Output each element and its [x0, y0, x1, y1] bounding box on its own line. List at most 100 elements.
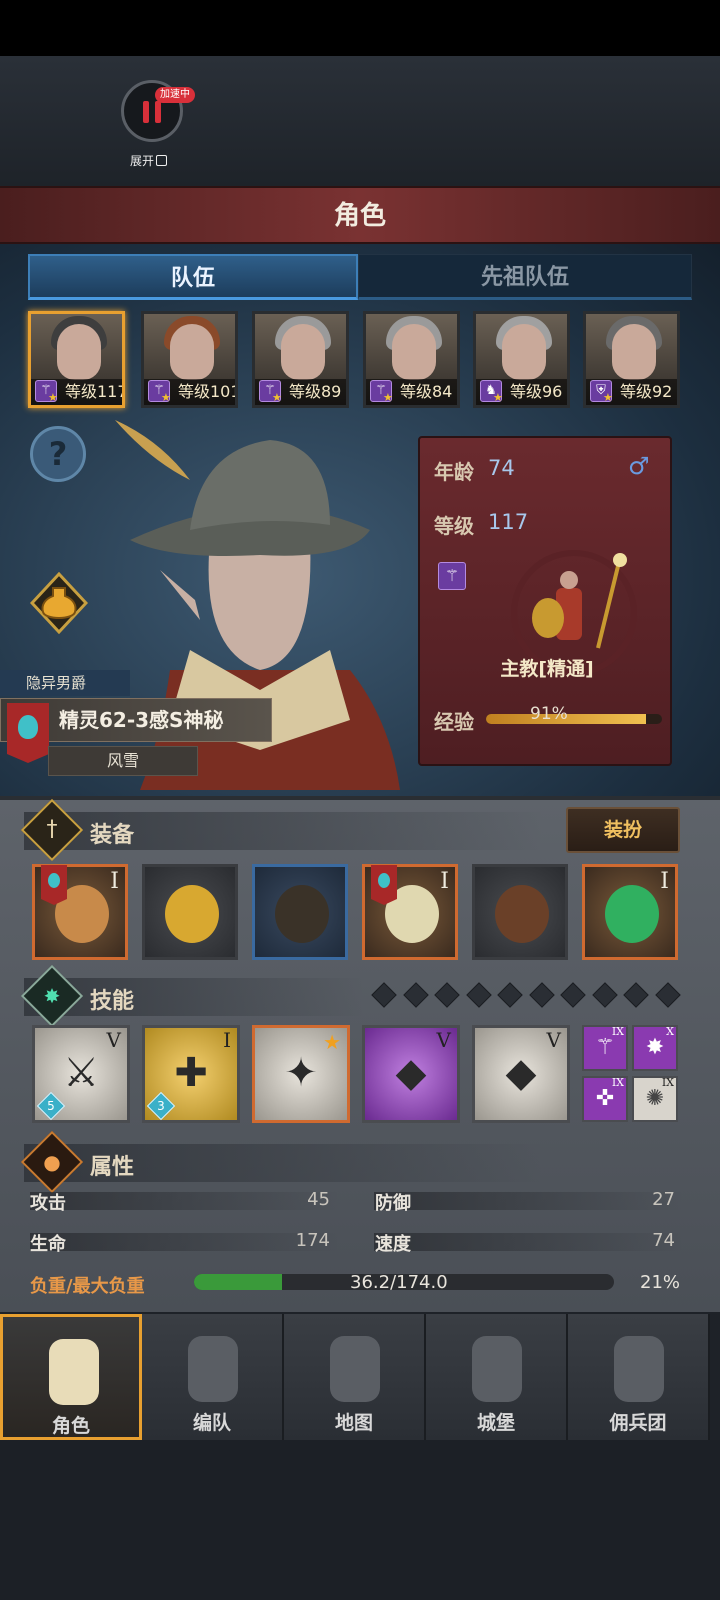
helmet-icon — [188, 1336, 238, 1402]
castle-icon — [472, 1336, 522, 1402]
star-icon: ★ — [48, 391, 58, 404]
tier-label: V — [106, 1028, 121, 1052]
nav-castle[interactable]: 城堡 — [426, 1314, 568, 1440]
tier-label: V — [436, 1028, 451, 1052]
skill-count-badge: 5 — [36, 1091, 66, 1121]
star-icon: ★ — [383, 391, 393, 404]
equip-slot-hood[interactable] — [252, 864, 348, 960]
noble-title: 隐异男爵 — [0, 670, 130, 696]
age-label: 年龄 — [434, 460, 474, 484]
passive-skill-3[interactable]: ✜ IX — [582, 1076, 628, 1122]
equip-slot-emerald-gem[interactable]: I — [582, 864, 678, 960]
skill-icon: ✚ — [174, 1050, 208, 1096]
passive-skill-4[interactable]: ✺ IX — [632, 1076, 678, 1122]
hero-portrait-5[interactable]: 等级96 ♞ ★ — [473, 311, 570, 408]
xp-bar — [486, 714, 662, 724]
hero-portrait-2[interactable]: 等级101 ⚚ ★ — [141, 311, 238, 408]
nav-knight[interactable]: 角色 — [0, 1314, 142, 1440]
expand-label: 展开 — [130, 154, 155, 168]
star-icon: ★ — [603, 391, 613, 404]
attributes-label: 属性 — [90, 1155, 135, 1180]
equip-slot-golden-shield[interactable] — [142, 864, 238, 960]
tier-label: IX — [611, 1025, 624, 1038]
fire-emblem-icon — [7, 703, 49, 763]
tier-label: X — [666, 1025, 674, 1038]
skill-4[interactable]: ◆ V — [362, 1025, 460, 1123]
star-icon: ★ — [323, 1030, 341, 1054]
speed-value: 74 — [652, 1230, 675, 1251]
level-value: 117 — [488, 510, 529, 534]
load-percent: 21% — [640, 1272, 681, 1293]
load-value: 36.2/174.0 — [350, 1272, 448, 1293]
potion-icon[interactable] — [29, 571, 89, 635]
skill-3[interactable]: ✦ ★ — [252, 1025, 350, 1123]
tier-label: IX — [611, 1076, 624, 1089]
skill-icon: ◆ — [505, 1050, 537, 1096]
age-value: 74 — [488, 456, 515, 480]
help-icon[interactable]: ? — [30, 426, 86, 482]
fire-banner-icon — [371, 865, 397, 905]
skills-label: 技能 — [90, 989, 135, 1014]
male-icon: ♂ — [628, 452, 650, 480]
nav-compass[interactable]: 地图 — [284, 1314, 426, 1440]
equip-slot-golden-robe[interactable]: I — [362, 864, 458, 960]
hud-background — [0, 56, 720, 186]
skill-1[interactable]: ⚔ V 5 — [32, 1025, 130, 1123]
equipment-label: 装备 — [90, 823, 135, 848]
hero-portrait-3[interactable]: 等级89 ⚚ ★ — [252, 311, 349, 408]
emerald-gem-icon — [605, 885, 659, 943]
load-label: 负重/最大负重 — [30, 1276, 145, 1297]
mercenary-icon — [614, 1336, 664, 1402]
race-label: 精灵62-3感S神秘 — [59, 708, 224, 732]
skill-icon: ◆ — [395, 1050, 427, 1096]
equip-slot-dragon-staff[interactable]: I — [32, 864, 128, 960]
job-label: 主教[精通] — [500, 658, 594, 680]
star-icon: ★ — [493, 391, 503, 404]
attack-value: 45 — [307, 1189, 330, 1210]
race-trait-plate: 精灵62-3感S神秘 — [0, 698, 272, 763]
expand-button[interactable]: 展开 — [130, 152, 168, 169]
skill-5[interactable]: ◆ V — [472, 1025, 570, 1123]
passive-skill-2[interactable]: ✸ X — [632, 1025, 678, 1071]
skill-icon: ✦ — [284, 1050, 318, 1096]
skill-icon: ⚔ — [63, 1050, 99, 1096]
hood-icon — [275, 885, 329, 943]
hp-label: 生命 — [30, 1234, 66, 1255]
star-icon: ★ — [272, 391, 282, 404]
xp-label: 经验 — [434, 710, 474, 734]
defense-value: 27 — [652, 1189, 675, 1210]
nav-label: 城堡 — [476, 1412, 515, 1434]
tab-team[interactable]: 队伍 — [28, 254, 358, 300]
staff-class-icon: ⚚ — [438, 562, 466, 590]
star-icon: ★ — [161, 391, 171, 404]
speed-badge: 加速中 — [155, 87, 195, 103]
leather-boots-icon — [495, 885, 549, 943]
hero-portrait-4[interactable]: 等级84 ⚚ ★ — [363, 311, 460, 408]
speed-label: 速度 — [375, 1234, 411, 1255]
tier-label: IX — [661, 1076, 674, 1089]
tab-ancestor-team[interactable]: 先祖队伍 — [358, 254, 692, 300]
nav-mercenary[interactable]: 佣兵团 — [568, 1314, 710, 1440]
tier-label: V — [546, 1028, 561, 1052]
compass-icon — [330, 1336, 380, 1402]
status-bar — [0, 0, 720, 56]
page-title: 角色 — [0, 186, 720, 244]
xp-percent: 91% — [530, 704, 568, 724]
hp-value: 174 — [295, 1230, 330, 1251]
dress-up-button[interactable]: 装扮 — [566, 807, 680, 853]
hero-portrait-1[interactable]: 等级117 ⚚ ★ — [28, 311, 125, 408]
skill-2[interactable]: ✚ I 3 — [142, 1025, 240, 1123]
defense-label: 防御 — [375, 1193, 411, 1214]
hero-portrait-6[interactable]: 等级92 ⛨ ★ — [583, 311, 680, 408]
nav-label: 编队 — [192, 1412, 231, 1434]
golden-shield-icon — [165, 885, 219, 943]
attack-label: 攻击 — [30, 1193, 66, 1214]
nav-helmet[interactable]: 编队 — [142, 1314, 284, 1440]
level-label: 等级 — [434, 514, 474, 538]
character-info-card: 年龄 74 等级 117 ⚚ 主教[精通] 经验 91% — [418, 436, 672, 766]
passive-skill-1[interactable]: ⚚ IX — [582, 1025, 628, 1071]
nav-label: 地图 — [334, 1412, 373, 1434]
equip-slot-leather-boots[interactable] — [472, 864, 568, 960]
tier-label: I — [440, 869, 449, 894]
load-fill — [194, 1274, 283, 1290]
